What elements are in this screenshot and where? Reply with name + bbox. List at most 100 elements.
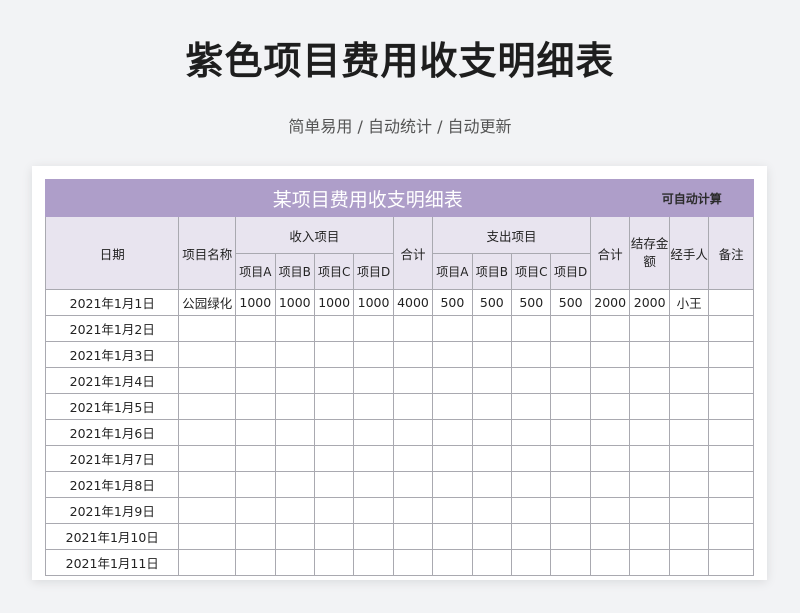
cell-balance[interactable] — [629, 471, 670, 498]
cell-handler[interactable] — [668, 341, 710, 368]
cell-expense-b[interactable] — [471, 523, 513, 550]
cell-project-name[interactable] — [178, 315, 237, 342]
header-balance[interactable]: 结存金额 — [629, 216, 670, 290]
cell-expense-b[interactable] — [471, 341, 513, 368]
cell-income-d[interactable] — [353, 497, 394, 524]
cell-income-b[interactable] — [274, 549, 315, 576]
cell-note[interactable] — [708, 445, 754, 472]
cell-handler[interactable] — [668, 523, 710, 550]
cell-expense-d[interactable] — [550, 341, 591, 368]
cell-income-b[interactable] — [274, 393, 315, 420]
cell-expense-d[interactable] — [550, 367, 591, 394]
cell-expense-c[interactable] — [511, 471, 552, 498]
cell-date[interactable]: 2021年1月4日 — [45, 367, 180, 394]
cell-project-name[interactable] — [178, 341, 237, 368]
cell-income-d[interactable] — [353, 471, 394, 498]
cell-expense-a[interactable] — [432, 341, 473, 368]
cell-income-c[interactable] — [313, 549, 355, 576]
cell-income-c[interactable] — [313, 367, 355, 394]
cell-income-c[interactable] — [313, 497, 355, 524]
cell-income-total[interactable] — [392, 341, 434, 368]
cell-expense-c[interactable] — [511, 419, 552, 446]
cell-date[interactable]: 2021年1月9日 — [45, 497, 180, 524]
cell-balance[interactable] — [629, 445, 670, 472]
cell-income-b[interactable] — [274, 419, 315, 446]
cell-income-a[interactable] — [235, 445, 276, 472]
cell-income-c[interactable] — [313, 393, 355, 420]
cell-expense-total[interactable] — [589, 419, 631, 446]
cell-income-d[interactable] — [353, 341, 394, 368]
cell-income-c[interactable] — [313, 471, 355, 498]
cell-note[interactable] — [708, 315, 754, 342]
cell-balance[interactable] — [629, 367, 670, 394]
cell-balance[interactable]: 2000 — [629, 289, 670, 316]
cell-handler[interactable] — [668, 419, 710, 446]
cell-expense-c[interactable] — [511, 315, 552, 342]
cell-expense-c[interactable] — [511, 445, 552, 472]
cell-income-b[interactable]: 1000 — [274, 289, 315, 316]
cell-expense-total[interactable] — [589, 549, 631, 576]
cell-date[interactable]: 2021年1月10日 — [45, 523, 180, 550]
cell-expense-a[interactable] — [432, 471, 473, 498]
cell-expense-b[interactable] — [471, 367, 513, 394]
cell-project-name[interactable] — [178, 393, 237, 420]
cell-expense-total[interactable] — [589, 445, 631, 472]
cell-income-a[interactable] — [235, 549, 276, 576]
cell-balance[interactable] — [629, 497, 670, 524]
cell-handler[interactable] — [668, 367, 710, 394]
cell-expense-d[interactable] — [550, 549, 591, 576]
cell-note[interactable] — [708, 497, 754, 524]
cell-income-total[interactable] — [392, 497, 434, 524]
cell-project-name[interactable] — [178, 471, 237, 498]
cell-expense-total[interactable] — [589, 341, 631, 368]
cell-income-b[interactable] — [274, 341, 315, 368]
header-expense-c[interactable]: 项目C — [511, 253, 552, 290]
header-income-b[interactable]: 项目B — [274, 253, 315, 290]
cell-balance[interactable] — [629, 549, 670, 576]
cell-note[interactable] — [708, 289, 754, 316]
cell-income-total[interactable] — [392, 419, 434, 446]
cell-date[interactable]: 2021年1月5日 — [45, 393, 180, 420]
header-handler[interactable]: 经手人 — [668, 216, 710, 290]
cell-expense-total[interactable]: 2000 — [589, 289, 631, 316]
cell-handler[interactable] — [668, 393, 710, 420]
cell-expense-c[interactable] — [511, 549, 552, 576]
cell-expense-b[interactable] — [471, 497, 513, 524]
cell-expense-c[interactable]: 500 — [511, 289, 552, 316]
cell-expense-b[interactable] — [471, 315, 513, 342]
cell-date[interactable]: 2021年1月8日 — [45, 471, 180, 498]
cell-income-total[interactable] — [392, 523, 434, 550]
cell-income-b[interactable] — [274, 471, 315, 498]
cell-expense-a[interactable] — [432, 549, 473, 576]
cell-income-c[interactable] — [313, 523, 355, 550]
cell-income-b[interactable] — [274, 497, 315, 524]
header-expense-group[interactable]: 支出项目 — [432, 216, 591, 254]
cell-income-a[interactable] — [235, 471, 276, 498]
cell-income-total[interactable] — [392, 549, 434, 576]
cell-project-name[interactable] — [178, 419, 237, 446]
header-income-total[interactable]: 合计 — [392, 216, 434, 290]
cell-expense-a[interactable] — [432, 523, 473, 550]
cell-income-total[interactable] — [392, 367, 434, 394]
cell-income-a[interactable] — [235, 393, 276, 420]
cell-date[interactable]: 2021年1月2日 — [45, 315, 180, 342]
cell-expense-total[interactable] — [589, 367, 631, 394]
cell-project-name[interactable] — [178, 497, 237, 524]
cell-balance[interactable] — [629, 419, 670, 446]
cell-expense-b[interactable]: 500 — [471, 289, 513, 316]
cell-balance[interactable] — [629, 341, 670, 368]
cell-project-name[interactable]: 公园绿化 — [178, 289, 237, 316]
cell-income-c[interactable] — [313, 341, 355, 368]
cell-expense-d[interactable] — [550, 471, 591, 498]
cell-project-name[interactable] — [178, 549, 237, 576]
cell-expense-d[interactable] — [550, 445, 591, 472]
cell-expense-a[interactable]: 500 — [432, 289, 473, 316]
cell-expense-b[interactable] — [471, 393, 513, 420]
cell-note[interactable] — [708, 471, 754, 498]
cell-date[interactable]: 2021年1月1日 — [45, 289, 180, 316]
cell-project-name[interactable] — [178, 367, 237, 394]
cell-handler[interactable] — [668, 471, 710, 498]
cell-expense-d[interactable] — [550, 497, 591, 524]
cell-income-d[interactable] — [353, 367, 394, 394]
cell-date[interactable]: 2021年1月3日 — [45, 341, 180, 368]
